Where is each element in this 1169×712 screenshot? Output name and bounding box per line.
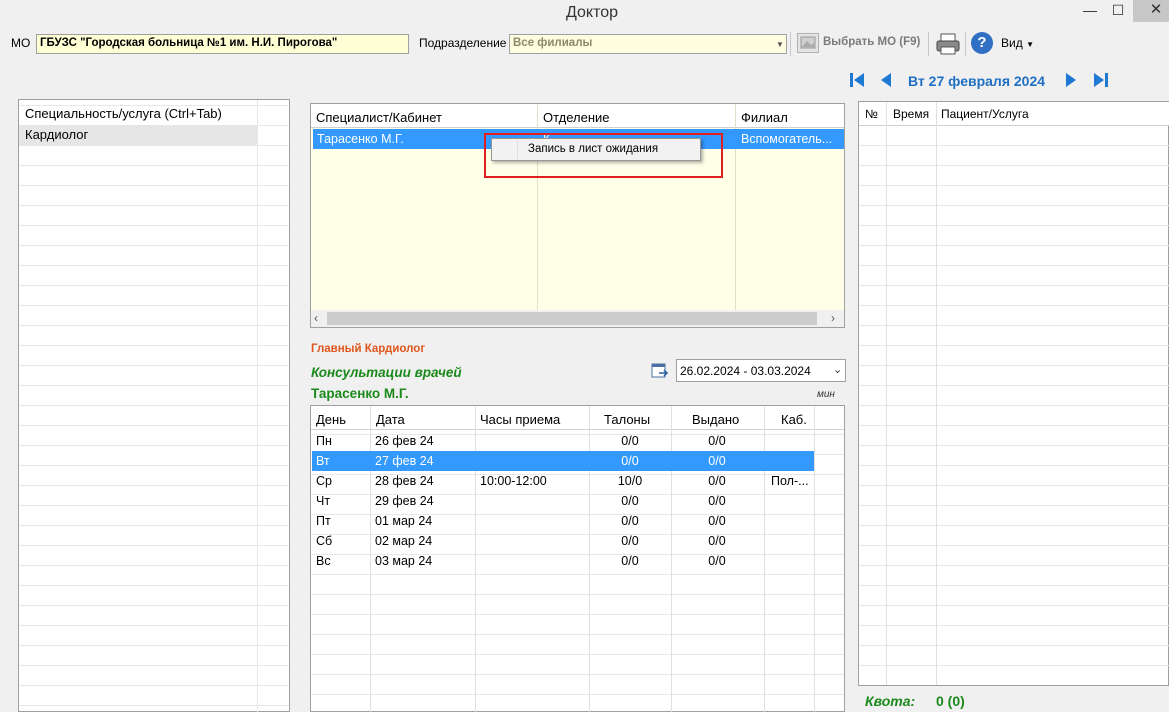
maximize-button[interactable]: ☐	[1103, 0, 1133, 22]
subdivision-select[interactable]: Все филиалы	[509, 34, 787, 54]
column-tickets[interactable]: Талоны	[604, 412, 650, 427]
scroll-left-icon[interactable]: ‹	[314, 311, 318, 325]
schedule-date: 27 фев 24	[375, 454, 434, 468]
schedule-day: Пн	[316, 434, 332, 448]
specialist-name: Тарасенко М.Г.	[317, 132, 404, 146]
close-button[interactable]: ✕	[1133, 0, 1169, 22]
consultation-title: Консультации врачей	[311, 365, 462, 380]
specialty-item-label: Кардиолог	[25, 127, 89, 142]
column-department[interactable]: Отделение	[543, 110, 610, 125]
window-title: Доктор	[565, 4, 619, 21]
column-branch[interactable]: Филиал	[741, 110, 788, 125]
schedule-date: 03 мар 24	[375, 554, 433, 568]
column-number[interactable]: №	[865, 107, 878, 121]
next-page-icon[interactable]	[1064, 70, 1078, 95]
schedule-day: Сб	[316, 534, 333, 548]
prev-page-icon[interactable]	[879, 70, 893, 95]
period-select[interactable]: 26.02.2024 - 03.03.2024	[676, 359, 846, 382]
column-day[interactable]: День	[316, 412, 346, 427]
specialty-panel	[18, 99, 290, 712]
column-time[interactable]: Время	[893, 107, 929, 121]
specialty-header: Специальность/услуга (Ctrl+Tab)	[25, 106, 222, 121]
schedule-date: 01 мар 24	[375, 514, 433, 528]
mo-label: МО	[11, 36, 31, 50]
schedule-issued: 0/0	[708, 474, 726, 488]
list-item[interactable]: Кардиолог	[19, 125, 257, 145]
schedule-date: 02 мар 24	[375, 534, 433, 548]
schedule-date: 29 фев 24	[375, 494, 434, 508]
schedule-issued: 0/0	[708, 454, 726, 468]
scrollbar-thumb[interactable]	[327, 312, 817, 325]
schedule-date: 28 фев 24	[375, 474, 434, 488]
calendar-export-icon[interactable]	[651, 362, 669, 383]
schedule-day: Вт	[316, 454, 330, 468]
schedule-issued: 0/0	[708, 494, 726, 508]
chevron-down-icon[interactable]: ▼	[776, 40, 784, 49]
schedule-issued: 0/0	[708, 434, 726, 448]
view-label: Вид	[1001, 36, 1023, 50]
schedule-date: 26 фев 24	[375, 434, 434, 448]
schedule-tickets: 0/0	[621, 554, 639, 568]
scroll-right-icon[interactable]: ›	[831, 311, 835, 325]
schedule-tickets: 0/0	[621, 494, 639, 508]
schedule-day: Пт	[316, 514, 331, 528]
subdivision-label: Подразделение	[419, 36, 507, 50]
doctor-name: Тарасенко М.Г.	[311, 386, 409, 401]
last-page-icon[interactable]	[1093, 70, 1109, 95]
column-hours[interactable]: Часы приема	[480, 412, 560, 427]
picture-icon	[797, 33, 819, 53]
doctor-role: Главный Кардиолог	[311, 343, 426, 355]
select-mo-button[interactable]: Выбрать МО (F9)	[823, 36, 920, 48]
minimize-button[interactable]: —	[1075, 0, 1105, 22]
column-date[interactable]: Дата	[376, 412, 405, 427]
specialist-branch: Вспомогатель...	[741, 132, 844, 146]
schedule-cabinet: Пол-...	[771, 474, 809, 488]
printer-icon[interactable]	[935, 32, 961, 59]
chevron-down-icon[interactable]: ⌄	[833, 363, 842, 376]
column-cabinet[interactable]: Каб.	[781, 412, 807, 427]
schedule-day: Чт	[316, 494, 331, 508]
schedule-issued: 0/0	[708, 534, 726, 548]
view-menu[interactable]: Вид ▼	[1001, 36, 1034, 50]
help-icon[interactable]: ?	[971, 32, 993, 54]
schedule-tickets: 0/0	[621, 434, 639, 448]
quota-value: 0 (0)	[936, 693, 965, 709]
schedule-tickets: 0/0	[621, 514, 639, 528]
schedule-issued: 0/0	[708, 554, 726, 568]
highlight-box	[484, 133, 723, 178]
column-specialist[interactable]: Специалист/Кабинет	[316, 110, 442, 125]
first-page-icon[interactable]	[849, 70, 865, 95]
mo-field[interactable]: ГБУЗС "Городская больница №1 им. Н.И. Пи…	[36, 34, 409, 54]
schedule-day: Вс	[316, 554, 331, 568]
schedule-tickets: 0/0	[621, 454, 639, 468]
schedule-day: Ср	[316, 474, 332, 488]
schedule-tickets: 0/0	[621, 534, 639, 548]
column-issued[interactable]: Выдано	[692, 412, 739, 427]
schedule-tickets: 10/0	[617, 474, 643, 488]
schedule-hours: 10:00-12:00	[480, 474, 547, 488]
current-date[interactable]: Вт 27 февраля 2024	[908, 73, 1045, 89]
minutes-label: мин	[817, 389, 835, 400]
column-patient[interactable]: Пациент/Услуга	[941, 107, 1029, 121]
schedule-issued: 0/0	[708, 514, 726, 528]
quota-label: Квота:	[865, 693, 916, 709]
period-value: 26.02.2024 - 03.03.2024	[680, 364, 811, 378]
subdivision-value: Все филиалы	[513, 37, 593, 49]
